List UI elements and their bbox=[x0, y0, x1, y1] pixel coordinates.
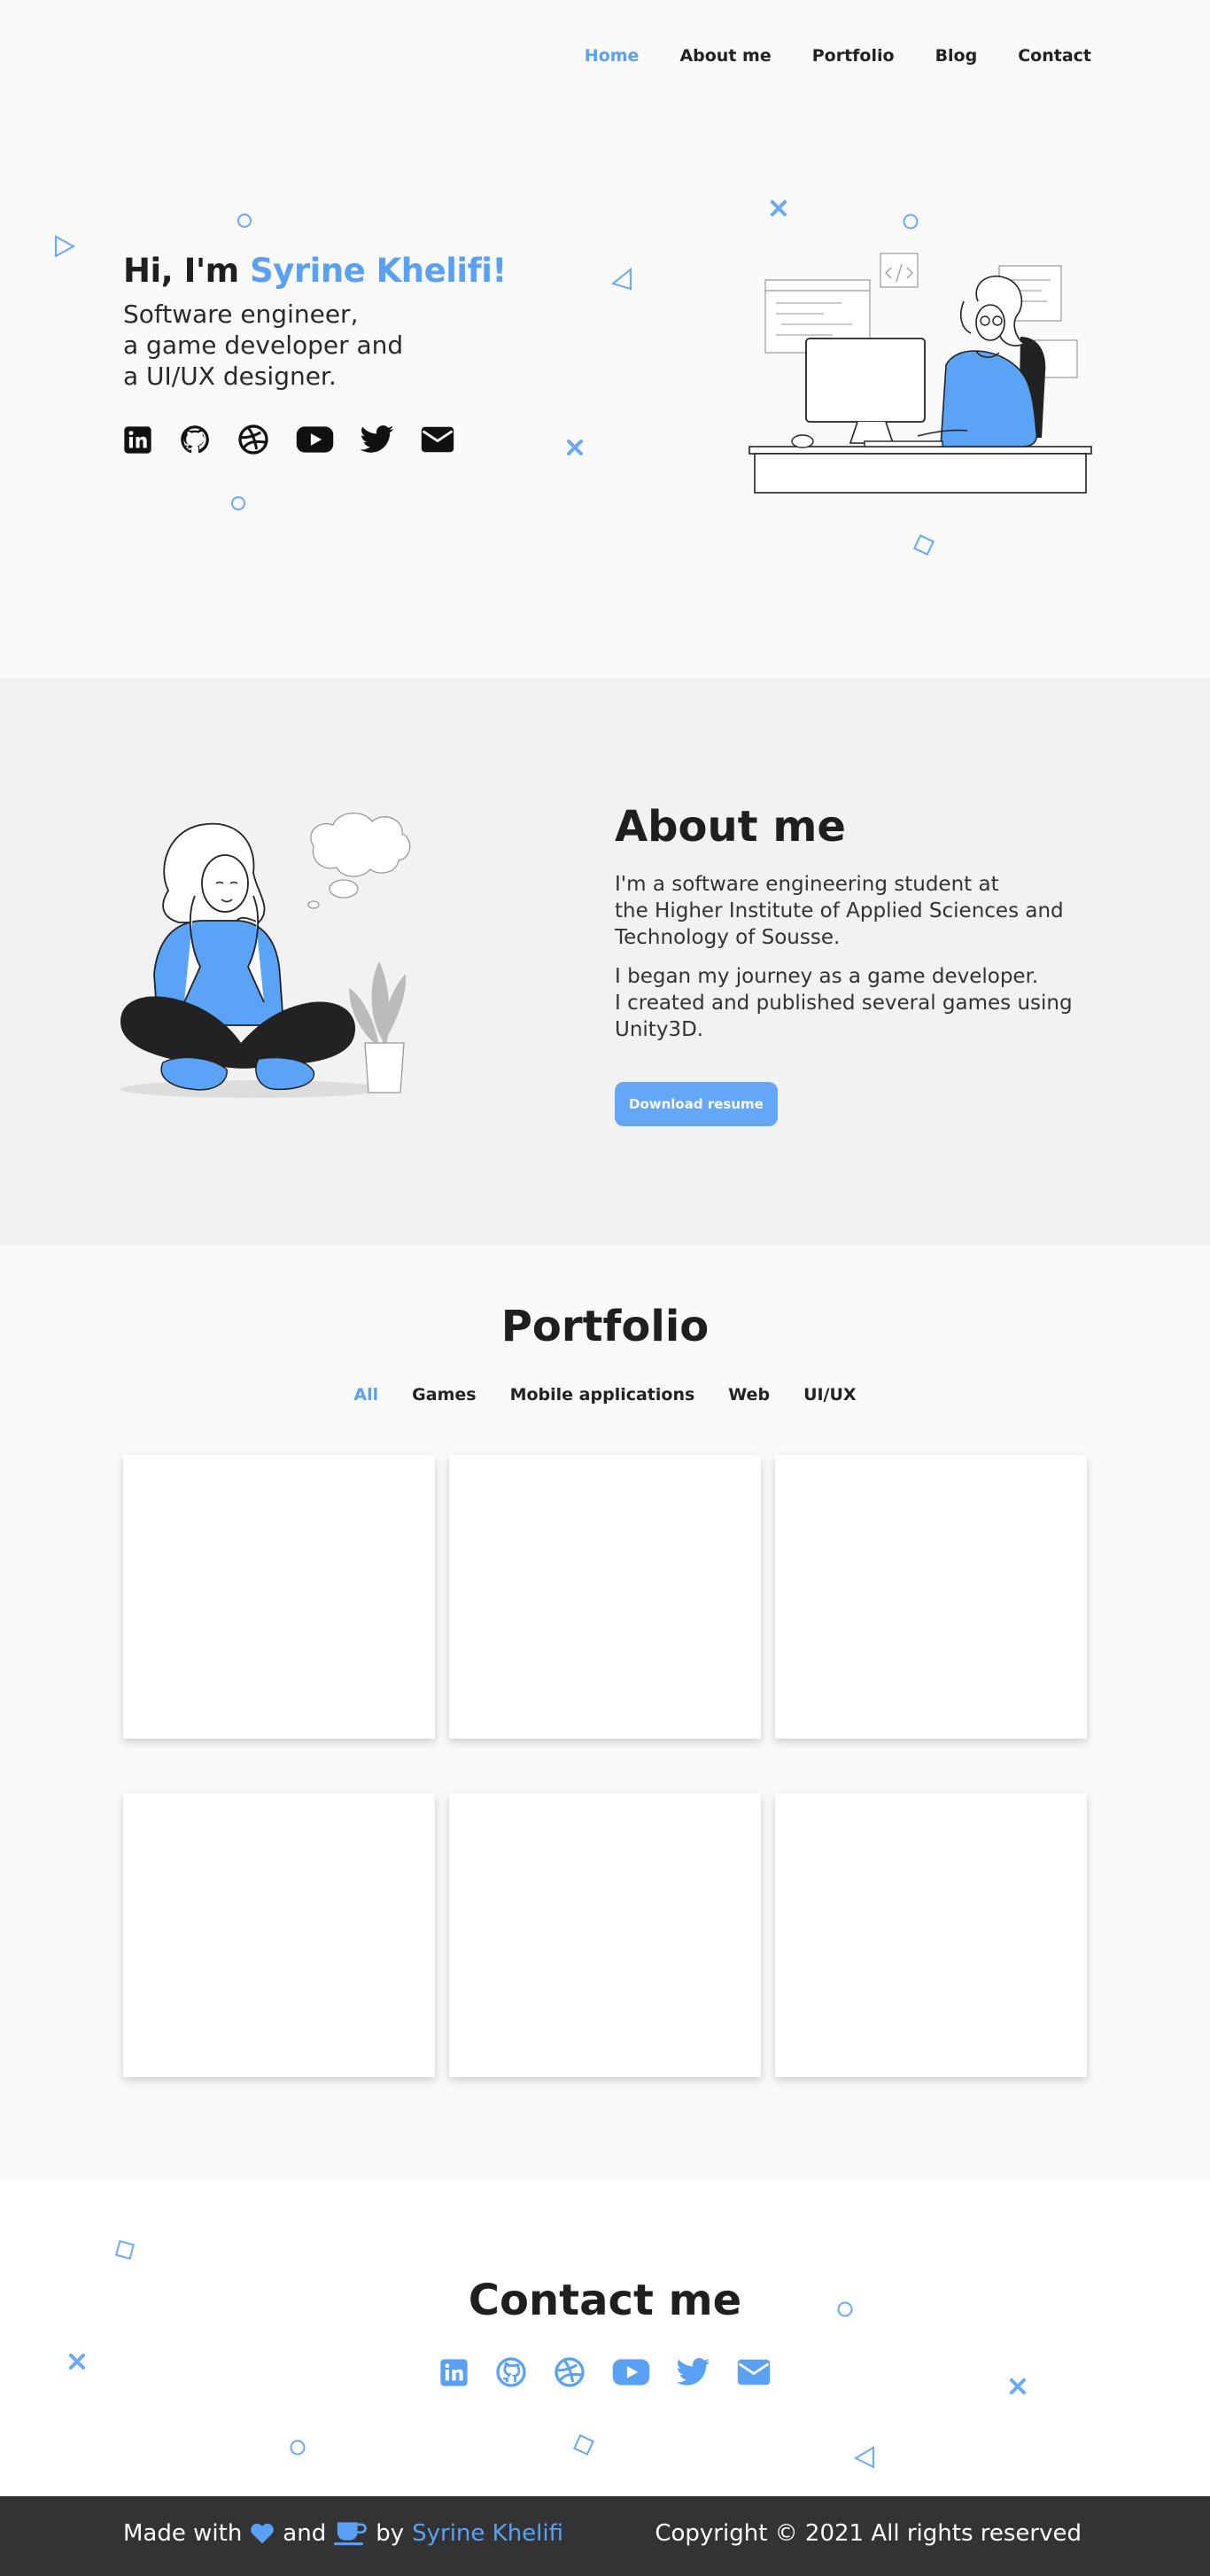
thinking-girl-illustration bbox=[120, 813, 411, 1098]
twitter-icon[interactable] bbox=[361, 425, 394, 454]
hero-greeting: Hi, I'm bbox=[123, 252, 251, 290]
footer-and: and bbox=[283, 2520, 327, 2547]
tab-all[interactable]: All bbox=[353, 1385, 378, 1405]
portfolio-card[interactable] bbox=[123, 1794, 435, 2077]
square-decoration bbox=[573, 2434, 594, 2455]
about-title: About me bbox=[615, 802, 846, 852]
top-nav: Home About me Portfolio Blog Contact bbox=[0, 0, 1210, 115]
about-section: About me I'm a software engineering stud… bbox=[0, 678, 1210, 1245]
portfolio-title: Portfolio bbox=[500, 1302, 710, 1351]
hero-subtitle: Software engineer, a game developer and … bbox=[123, 299, 507, 392]
circle-decoration bbox=[231, 496, 245, 510]
hero-section: Home About me Portfolio Blog Contact Hi,… bbox=[0, 0, 1210, 678]
nav-blog[interactable]: Blog bbox=[935, 46, 978, 66]
about-paragraph: I'm a software engineering student at th… bbox=[615, 871, 1146, 951]
youtube-icon[interactable] bbox=[612, 2356, 650, 2388]
hero-sub-line: a UI/UX designer. bbox=[123, 362, 337, 391]
triangle-decoration bbox=[55, 235, 76, 258]
about-line: I'm a software engineering student at bbox=[615, 873, 999, 896]
portfolio-card[interactable] bbox=[775, 1455, 1087, 1739]
tab-mobile-applications[interactable]: Mobile applications bbox=[510, 1385, 695, 1405]
twitter-icon[interactable] bbox=[677, 2356, 710, 2388]
hero-text: Hi, I'm Syrine Khelifi! Software enginee… bbox=[123, 252, 507, 455]
footer-made-with: Made with bbox=[123, 2520, 243, 2547]
github-icon[interactable] bbox=[179, 424, 211, 455]
square-decoration bbox=[114, 2239, 136, 2261]
footer: Made with and by Syrine Khelifi Copyrigh… bbox=[0, 2496, 1210, 2576]
triangle-decoration bbox=[853, 2446, 874, 2469]
circle-decoration bbox=[903, 214, 919, 230]
dribbble-icon[interactable] bbox=[554, 2356, 586, 2388]
nav-portfolio[interactable]: Portfolio bbox=[812, 46, 895, 66]
portfolio-section: Portfolio All Games Mobile applications … bbox=[0, 1245, 1210, 2182]
footer-by: by bbox=[376, 2520, 405, 2547]
about-paragraph: I began my journey as a game developer. … bbox=[615, 963, 1146, 1043]
square-decoration bbox=[913, 534, 935, 556]
contact-title: Contact me bbox=[468, 2276, 742, 2325]
hero-socials bbox=[123, 424, 507, 455]
portfolio-card[interactable] bbox=[123, 1455, 435, 1739]
nav-home[interactable]: Home bbox=[585, 46, 640, 66]
heart-icon bbox=[250, 2523, 275, 2544]
footer-copyright: Copyright © 2021 All rights reserved bbox=[655, 2520, 1082, 2547]
portfolio-card[interactable] bbox=[775, 1794, 1087, 2077]
about-text: About me I'm a software engineering stud… bbox=[615, 802, 1146, 1126]
cross-decoration bbox=[567, 440, 583, 455]
footer-credits: Made with and by Syrine Khelifi bbox=[123, 2520, 563, 2547]
hero-sub-line: a game developer and bbox=[123, 331, 404, 360]
linkedin-icon[interactable] bbox=[439, 2356, 469, 2388]
portfolio-grid bbox=[123, 1455, 1087, 2077]
developer-illustration bbox=[748, 253, 1092, 494]
about-line: Technology of Sousse. bbox=[615, 926, 841, 949]
email-icon[interactable] bbox=[737, 2356, 771, 2388]
tab-web[interactable]: Web bbox=[728, 1385, 770, 1405]
footer-author-link[interactable]: Syrine Khelifi bbox=[412, 2520, 563, 2547]
triangle-decoration bbox=[610, 267, 632, 291]
dribbble-icon[interactable] bbox=[237, 424, 269, 455]
hero-heading: Hi, I'm Syrine Khelifi! bbox=[123, 252, 507, 290]
nav-about[interactable]: About me bbox=[679, 46, 771, 66]
circle-decoration bbox=[290, 2440, 306, 2455]
download-resume-button[interactable]: Download resume bbox=[615, 1082, 778, 1126]
nav-links: Home About me Portfolio Blog Contact bbox=[544, 46, 1091, 66]
hero-name: Syrine Khelifi! bbox=[250, 252, 507, 290]
tab-games[interactable]: Games bbox=[412, 1385, 476, 1405]
portfolio-filter-tabs: All Games Mobile applications Web UI/UX bbox=[0, 1385, 1210, 1405]
about-line: I created and published several games us… bbox=[615, 992, 1073, 1015]
github-icon[interactable] bbox=[495, 2356, 527, 2388]
hero-sub-line: Software engineer, bbox=[123, 300, 359, 329]
contact-socials bbox=[0, 2356, 1210, 2388]
linkedin-icon[interactable] bbox=[123, 425, 152, 455]
youtube-icon[interactable] bbox=[296, 425, 334, 454]
cross-decoration bbox=[771, 200, 787, 216]
portfolio-card[interactable] bbox=[449, 1794, 761, 2077]
contact-section: Contact me bbox=[0, 2182, 1210, 2496]
coffee-icon bbox=[334, 2521, 368, 2546]
portfolio-card[interactable] bbox=[449, 1455, 761, 1739]
nav-contact[interactable]: Contact bbox=[1018, 46, 1091, 66]
about-line: I began my journey as a game developer. bbox=[615, 965, 1039, 988]
email-icon[interactable] bbox=[421, 426, 454, 453]
tab-ui-ux[interactable]: UI/UX bbox=[803, 1385, 857, 1405]
circle-decoration bbox=[237, 214, 252, 228]
about-line: the Higher Institute of Applied Sciences… bbox=[615, 899, 1064, 922]
about-line: Unity3D. bbox=[615, 1018, 704, 1041]
